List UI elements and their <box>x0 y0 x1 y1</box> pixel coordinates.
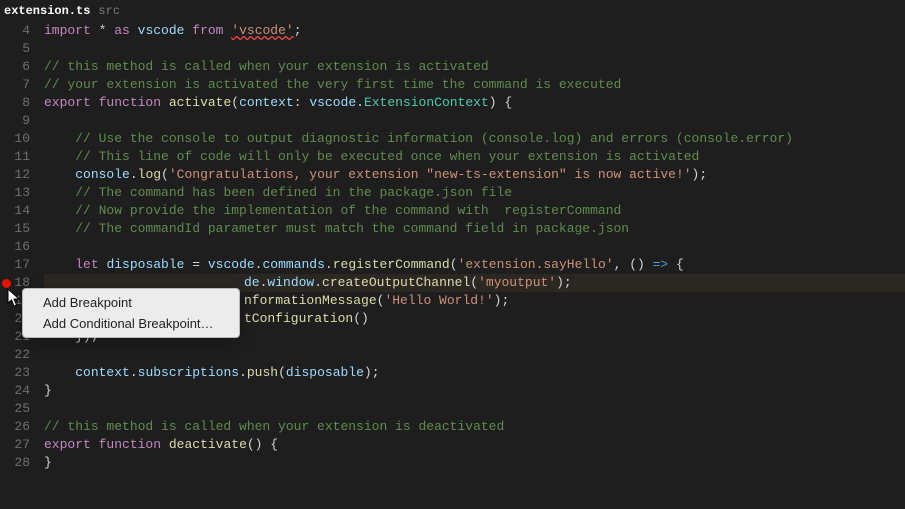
code-line[interactable] <box>44 40 905 58</box>
line-number[interactable]: 16 <box>0 238 30 256</box>
tab-path: src <box>98 4 120 18</box>
code-line[interactable]: } <box>44 382 905 400</box>
code-line[interactable] <box>44 346 905 364</box>
code-editor[interactable]: 4567891011121314151617181920212223242526… <box>0 22 905 472</box>
breakpoint-context-menu[interactable]: Add BreakpointAdd Conditional Breakpoint… <box>22 288 240 338</box>
code-line[interactable]: export function activate(context: vscode… <box>44 94 905 112</box>
code-line[interactable] <box>44 112 905 130</box>
line-number[interactable]: 26 <box>0 418 30 436</box>
code-line[interactable]: // this method is called when your exten… <box>44 418 905 436</box>
code-line[interactable]: let disposable = vscode.commands.registe… <box>44 256 905 274</box>
line-number[interactable]: 11 <box>0 148 30 166</box>
gutter[interactable]: 4567891011121314151617181920212223242526… <box>0 22 44 472</box>
code-line[interactable] <box>44 400 905 418</box>
code-line[interactable]: export function deactivate() { <box>44 436 905 454</box>
code-line[interactable]: console.log('Congratulations, your exten… <box>44 166 905 184</box>
tab-filename[interactable]: extension.ts <box>4 4 90 18</box>
code-line[interactable]: // your extension is activated the very … <box>44 76 905 94</box>
line-number[interactable]: 25 <box>0 400 30 418</box>
line-number[interactable]: 15 <box>0 220 30 238</box>
line-number[interactable]: 13 <box>0 184 30 202</box>
line-number[interactable]: 5 <box>0 40 30 58</box>
breakpoint-glyph[interactable] <box>2 279 11 288</box>
context-menu-item[interactable]: Add Breakpoint <box>23 292 239 313</box>
code-line[interactable]: // The commandId parameter must match th… <box>44 220 905 238</box>
line-number[interactable]: 23 <box>0 364 30 382</box>
line-number[interactable]: 12 <box>0 166 30 184</box>
line-number[interactable]: 4 <box>0 22 30 40</box>
code-line[interactable]: // This line of code will only be execut… <box>44 148 905 166</box>
code-line[interactable]: // Now provide the implementation of the… <box>44 202 905 220</box>
context-menu-item[interactable]: Add Conditional Breakpoint… <box>23 313 239 334</box>
line-number[interactable]: 17 <box>0 256 30 274</box>
line-number[interactable]: 14 <box>0 202 30 220</box>
code-line[interactable]: // The command has been defined in the p… <box>44 184 905 202</box>
line-number[interactable]: 10 <box>0 130 30 148</box>
code-line[interactable] <box>44 238 905 256</box>
line-number[interactable]: 24 <box>0 382 30 400</box>
code-line[interactable]: // Use the console to output diagnostic … <box>44 130 905 148</box>
code-line[interactable]: import * as vscode from 'vscode'; <box>44 22 905 40</box>
line-number[interactable]: 9 <box>0 112 30 130</box>
line-number[interactable]: 22 <box>0 346 30 364</box>
editor-tab-bar: extension.ts src <box>0 0 905 22</box>
line-number[interactable]: 7 <box>0 76 30 94</box>
line-number[interactable]: 6 <box>0 58 30 76</box>
code-line[interactable]: // this method is called when your exten… <box>44 58 905 76</box>
line-number[interactable]: 28 <box>0 454 30 472</box>
line-number[interactable]: 27 <box>0 436 30 454</box>
code-line[interactable]: context.subscriptions.push(disposable); <box>44 364 905 382</box>
code-line[interactable]: } <box>44 454 905 472</box>
line-number[interactable]: 8 <box>0 94 30 112</box>
code-area[interactable]: import * as vscode from 'vscode'; // this… <box>44 22 905 472</box>
